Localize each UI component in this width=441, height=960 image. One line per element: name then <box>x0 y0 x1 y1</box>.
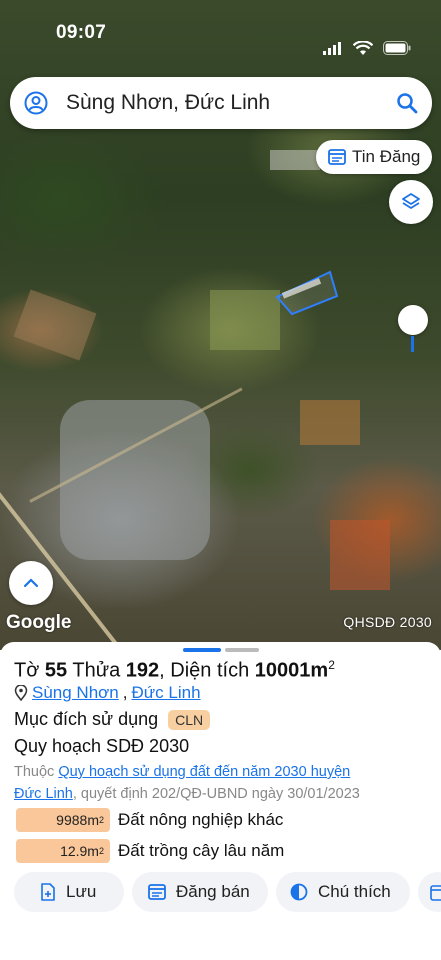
parcel-info-sheet: Tờ 55 Thửa 192, Diện tích 10001m2 Sùng N… <box>0 642 441 960</box>
battery-icon <box>383 41 411 55</box>
parcel-title: Tờ 55 Thửa 192, Diện tích 10001m2 <box>14 658 335 682</box>
legend-label: Chú thích <box>318 882 391 901</box>
map-field-patch <box>13 289 97 361</box>
legend-icon <box>290 883 308 901</box>
to-label: Tờ <box>14 659 40 682</box>
map-field-patch <box>210 290 280 350</box>
save-label: Lưu <box>66 882 97 901</box>
tin-dang-label: Tin Đăng <box>352 147 421 166</box>
map-town-patch <box>60 400 210 560</box>
layers-icon <box>402 193 420 209</box>
search-icon[interactable] <box>396 92 418 114</box>
area-label: Diện tích <box>170 659 250 682</box>
sheet-page-indicator-active <box>183 648 221 652</box>
plan-title: Quy hoạch SDĐ 2030 <box>14 736 190 756</box>
opacity-slider-track[interactable] <box>411 336 414 352</box>
status-icons <box>323 24 411 72</box>
desc-prefix: Thuộc <box>14 764 55 780</box>
legend-button[interactable]: Chú thích <box>276 872 410 912</box>
area-row: 9988m 2 Đất nông nghiệp khác <box>16 808 283 832</box>
commune-link[interactable]: Sùng Nhơn <box>32 683 119 703</box>
district-link[interactable]: Đức Linh <box>132 683 201 703</box>
thua-value: 192 <box>125 659 160 682</box>
listing-icon <box>148 884 166 900</box>
satellite-map[interactable]: 09:07 Sùng Nhơn, Đức Linh Tin Đăng Googl… <box>0 0 441 650</box>
area-value-box: 12.9m 2 <box>16 839 110 863</box>
area-unit-sup: 2 <box>328 658 335 672</box>
map-layer-label: QHSDĐ 2030 <box>343 614 432 630</box>
map-field-patch <box>330 520 390 590</box>
layers-button[interactable] <box>389 180 433 224</box>
to-value: 55 <box>44 659 68 682</box>
wifi-icon <box>353 40 373 55</box>
desc-suffix: , quyết định 202/QĐ-UBND ngày 30/01/2023 <box>72 786 360 802</box>
google-logo: Google <box>6 612 72 633</box>
user-icon[interactable] <box>24 91 48 115</box>
opacity-slider-handle[interactable] <box>398 305 428 335</box>
save-icon <box>41 883 55 901</box>
area-row: 12.9m 2 Đất trồng cây lâu năm <box>16 839 284 863</box>
save-button[interactable]: Lưu <box>14 872 124 912</box>
more-action-icon <box>430 885 441 901</box>
plan-description: Thuộc Quy hoạch sử dụng đất đến năm 2030… <box>14 761 428 805</box>
tin-dang-button[interactable]: Tin Đăng <box>316 140 433 174</box>
post-sale-button[interactable]: Đăng bán <box>132 872 268 912</box>
signal-icon <box>323 41 341 55</box>
sheet-handle[interactable] <box>183 648 259 652</box>
location-pin-icon <box>14 685 28 701</box>
map-building-patch <box>270 150 320 170</box>
area-type-label: Đất nông nghiệp khác <box>118 810 284 829</box>
land-use-purpose: Mục đích sử dụng CLN <box>14 709 211 730</box>
thua-label: Thửa <box>72 659 121 682</box>
post-sale-label: Đăng bán <box>176 882 250 901</box>
area-type-label: Đất trồng cây lâu năm <box>118 841 285 860</box>
search-bar[interactable]: Sùng Nhơn, Đức Linh <box>10 77 432 129</box>
status-time: 09:07 <box>56 22 107 43</box>
sheet-page-indicator <box>225 648 259 652</box>
more-action-button[interactable] <box>418 872 441 912</box>
action-bar: Lưu Đăng bán Chú thích <box>14 872 441 912</box>
purpose-label: Mục đích sử dụng <box>14 709 159 729</box>
listing-icon <box>328 149 346 165</box>
area-value-box: 9988m 2 <box>16 808 110 832</box>
purpose-code-badge[interactable]: CLN <box>168 709 211 730</box>
expand-sheet-button[interactable] <box>9 561 53 605</box>
search-query[interactable]: Sùng Nhơn, Đức Linh <box>66 91 396 115</box>
parcel-location: Sùng Nhơn, Đức Linh <box>14 683 201 703</box>
plan-link-part1[interactable]: Quy hoạch sử dụng đất đến năm 2030 huyện <box>58 764 350 780</box>
area-value: 10001m <box>254 659 329 682</box>
chevron-up-icon <box>23 578 39 588</box>
status-bar: 09:07 <box>0 0 441 72</box>
map-field-patch <box>300 400 360 445</box>
plan-link-part2[interactable]: Đức Linh <box>14 786 73 802</box>
